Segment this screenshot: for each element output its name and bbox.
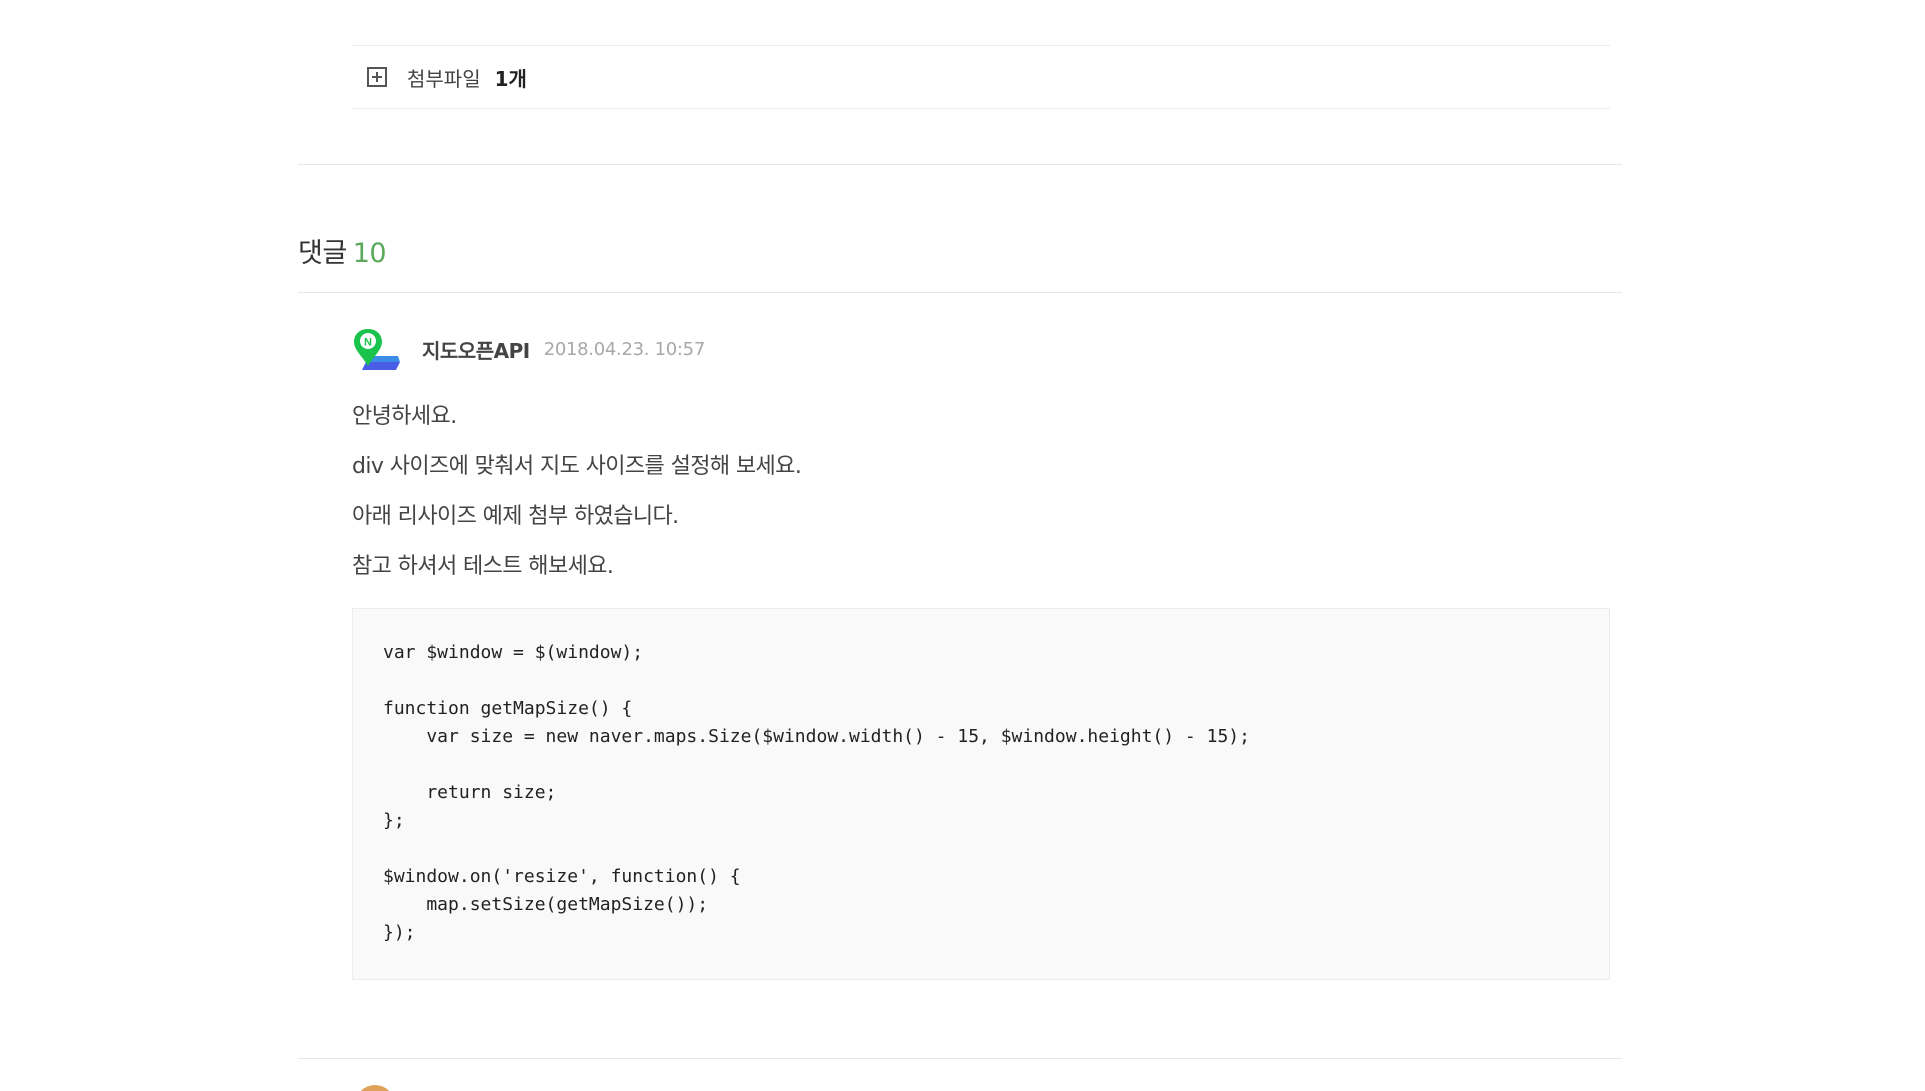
- page: 첨부파일 1개 댓글 10 N 지도오픈API 2018.04.23. 10:57…: [0, 0, 1925, 1091]
- comment-line: 참고 하셔서 테스트 해보세요.: [352, 554, 614, 579]
- code-text: var $window = $(window); function getMap…: [383, 642, 1250, 943]
- comment-body: 안녕하세요. div 사이즈에 맞춰서 지도 사이즈를 설정해 보세요. 아래 …: [352, 392, 1610, 592]
- comments-count: 10: [352, 238, 387, 269]
- comment-author[interactable]: 지도오픈API: [422, 335, 530, 364]
- comment-divider: [298, 1058, 1622, 1059]
- code-block: var $window = $(window); function getMap…: [352, 608, 1610, 980]
- comment-item: N 지도오픈API 2018.04.23. 10:57 안녕하세요. div 사…: [352, 326, 1610, 980]
- comments-heading: 댓글 10: [298, 231, 387, 270]
- svg-text:N: N: [364, 337, 372, 349]
- attachment-label[interactable]: 첨부파일: [407, 63, 481, 92]
- comments-title: 댓글: [298, 238, 347, 269]
- attachment-bar: 첨부파일 1개: [352, 45, 1610, 109]
- comment-date: 2018.04.23. 10:57: [543, 338, 706, 360]
- naver-map-logo-icon[interactable]: N: [352, 326, 404, 372]
- comment-line: div 사이즈에 맞춰서 지도 사이즈를 설정해 보세요.: [352, 454, 802, 479]
- comment-line: 아래 리사이즈 예제 첨부 하였습니다.: [352, 504, 679, 529]
- comment-meta: N 지도오픈API 2018.04.23. 10:57: [352, 326, 1610, 372]
- attachment-count: 1개: [494, 66, 527, 91]
- plus-square-icon[interactable]: [367, 67, 387, 87]
- comment-line: 안녕하세요.: [352, 404, 457, 429]
- section-divider: [298, 164, 1622, 165]
- avatar[interactable]: [355, 1085, 395, 1091]
- comments-divider: [298, 292, 1622, 293]
